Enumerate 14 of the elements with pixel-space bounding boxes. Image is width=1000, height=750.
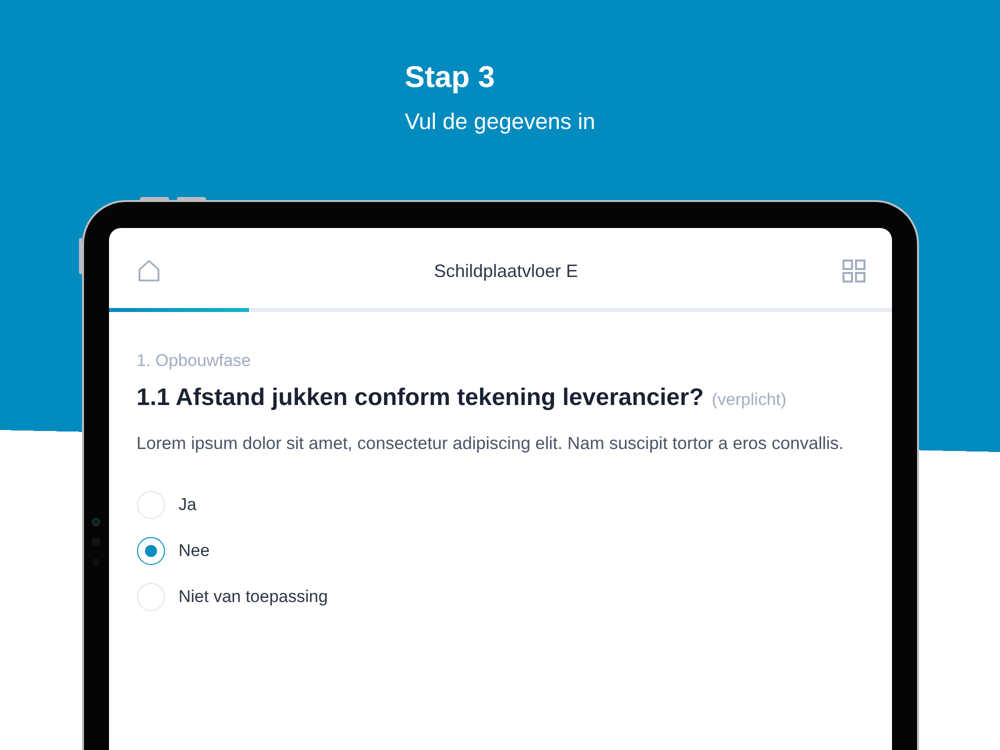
step-title: Stap 3 [404, 60, 495, 96]
required-note: (verplicht) [712, 390, 786, 410]
question-description: Lorem ipsum dolor sit amet, consectetur adipiscing elit. Nam suscipit tortor a eros convallis. [136, 432, 845, 455]
step-subtitle: Vul de gegevens in [404, 108, 596, 136]
home-icon[interactable] [136, 259, 160, 283]
section-label: 1. Opbouwfase [136, 351, 252, 371]
radio-button[interactable] [136, 537, 164, 565]
app-title: Schildplaatvloer E [434, 260, 578, 282]
grid-icon[interactable] [842, 259, 866, 283]
question-title: 1.1 Afstand jukken conform tekening leverancier? [136, 383, 704, 413]
option-label[interactable]: Niet van toepassing [178, 586, 328, 608]
sensor-dots-icon [90, 517, 100, 567]
option-label[interactable]: Nee [178, 540, 210, 562]
option-label[interactable]: Ja [178, 494, 196, 516]
